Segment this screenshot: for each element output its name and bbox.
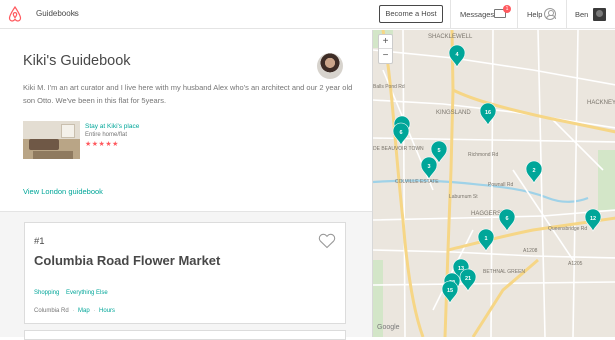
- map-marker-icon[interactable]: 4: [448, 44, 466, 68]
- place-footer: Columbia Rd · Map · Hours: [34, 308, 116, 314]
- map-marker-icon[interactable]: 2: [525, 160, 543, 184]
- map-marker-label: 3: [427, 164, 430, 170]
- zoom-in-button[interactable]: +: [379, 35, 392, 49]
- map-marker-label: 12: [590, 216, 596, 222]
- help-link[interactable]: Help: [527, 10, 542, 19]
- host-bio: Kiki M. I'm an art curator and I live he…: [23, 83, 353, 105]
- chevron-right-icon: ›: [73, 8, 76, 18]
- become-host-button[interactable]: Become a Host: [379, 5, 443, 23]
- map-marker-label: 5: [437, 148, 440, 154]
- listing-type: Entire home/flat: [85, 132, 128, 138]
- top-nav: Guidebooks › Become a Host Messages 1 He…: [0, 0, 615, 29]
- map-marker-icon[interactable]: 16: [479, 102, 497, 126]
- hours-link[interactable]: Hours: [99, 308, 115, 314]
- map-marker-label: 2: [532, 168, 535, 174]
- page-title: Kiki's Guidebook: [23, 53, 131, 69]
- heart-icon[interactable]: [318, 233, 336, 249]
- tag-shopping[interactable]: Shopping: [34, 290, 59, 296]
- nav-divider: [450, 0, 451, 29]
- zoom-control: + −: [378, 34, 393, 64]
- map-marker-icon[interactable]: 1: [477, 228, 495, 252]
- messages-link[interactable]: Messages: [460, 10, 494, 19]
- map-marker-icon[interactable]: 3: [420, 156, 438, 180]
- map-marker-icon[interactable]: 12: [584, 208, 602, 232]
- airbnb-logo-icon[interactable]: [8, 6, 22, 22]
- place-card-next[interactable]: [24, 330, 346, 340]
- view-london-guidebook-link[interactable]: View London guidebook: [23, 187, 103, 196]
- map[interactable]: SHACKLEWELL HACKNEY KINGSLAND HAGGERSTON…: [372, 30, 615, 337]
- place-number: #1: [34, 236, 45, 247]
- place-tags: Shopping Everything Else: [34, 290, 108, 296]
- guidebook-panel: Kiki's Guidebook Kiki M. I'm an art cura…: [0, 30, 372, 340]
- map-marker-label: 15: [447, 288, 453, 294]
- nav-divider: [566, 0, 567, 29]
- google-attribution: Google: [377, 324, 400, 331]
- nav-divider: [517, 0, 518, 29]
- star-rating-icon: ★★★★★: [85, 141, 119, 148]
- map-marker-icon[interactable]: 15: [441, 280, 459, 304]
- map-marker-label: 6: [505, 216, 508, 222]
- tag-everything-else[interactable]: Everything Else: [66, 290, 108, 296]
- map-marker-icon[interactable]: 6: [392, 122, 410, 146]
- listing-link[interactable]: Stay at Kiki's place: [85, 123, 139, 130]
- map-link[interactable]: Map: [78, 308, 90, 314]
- map-marker-label: 1: [484, 236, 487, 242]
- place-card[interactable]: #1 Columbia Road Flower Market Shopping …: [24, 222, 346, 324]
- map-marker-icon[interactable]: 6: [498, 208, 516, 232]
- map-marker-label: 6: [399, 130, 402, 136]
- map-marker-icon[interactable]: 21: [459, 268, 477, 292]
- messages-badge: 1: [503, 5, 511, 13]
- map-marker-label: 21: [465, 276, 471, 282]
- user-name[interactable]: Ben: [575, 10, 588, 19]
- place-location: Columbia Rd: [34, 308, 69, 314]
- host-avatar[interactable]: [317, 53, 343, 79]
- map-markers: 41696532612113212215: [392, 44, 602, 304]
- zoom-out-button[interactable]: −: [379, 49, 392, 63]
- listing-thumbnail[interactable]: [23, 121, 80, 159]
- map-marker-label: 16: [485, 110, 491, 116]
- help-icon[interactable]: [544, 8, 556, 20]
- place-title[interactable]: Columbia Road Flower Market: [34, 253, 244, 268]
- user-avatar[interactable]: [593, 8, 606, 21]
